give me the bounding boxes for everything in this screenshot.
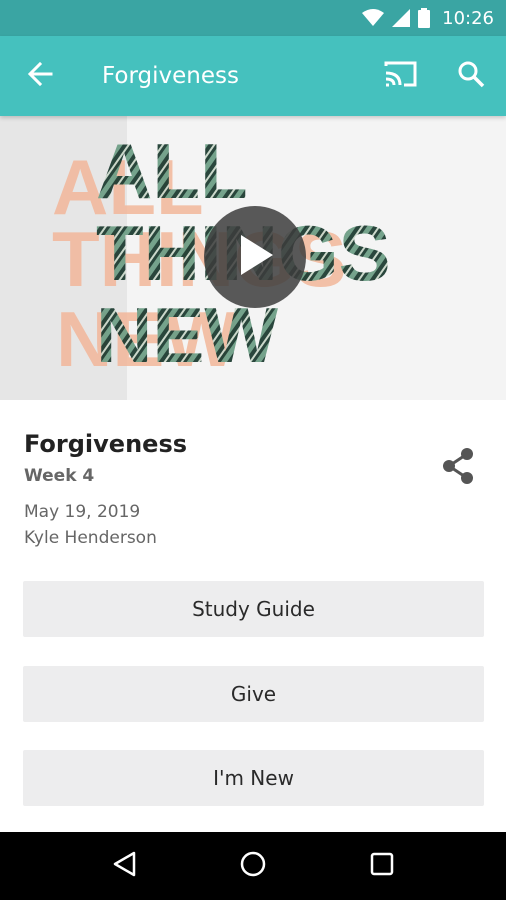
back-button[interactable] xyxy=(0,36,80,116)
status-bar: 10:26 xyxy=(0,0,506,36)
nav-back-button[interactable] xyxy=(94,836,154,896)
sermon-date: May 19, 2019 xyxy=(24,502,141,522)
app-bar-title: Forgiveness xyxy=(102,63,239,89)
battery-icon xyxy=(418,8,431,28)
wifi-icon xyxy=(362,9,385,27)
cast-button[interactable] xyxy=(366,36,436,116)
give-button[interactable]: Give xyxy=(23,666,484,722)
back-triangle-icon xyxy=(112,851,136,882)
play-button[interactable] xyxy=(204,206,306,308)
study-guide-button[interactable]: Study Guide xyxy=(23,581,484,637)
im-new-button[interactable]: I'm New xyxy=(23,750,484,806)
share-button[interactable] xyxy=(436,446,480,490)
nav-home-button[interactable] xyxy=(223,836,283,896)
sermon-video-thumbnail[interactable]: ALL THINGS NEW ALL THINGS NEW xyxy=(0,116,506,400)
share-icon xyxy=(440,447,476,490)
sermon-speaker: Kyle Henderson xyxy=(24,528,157,548)
status-time: 10:26 xyxy=(442,7,494,29)
search-button[interactable] xyxy=(436,36,506,116)
sermon-title: Forgiveness xyxy=(24,430,188,458)
recents-square-icon xyxy=(370,852,394,881)
home-circle-icon xyxy=(239,850,267,883)
app-bar: Forgiveness xyxy=(0,36,506,116)
search-icon xyxy=(457,60,485,93)
cast-icon xyxy=(384,60,418,93)
sermon-details: Forgiveness Week 4 May 19, 2019 Kyle Hen… xyxy=(24,430,482,548)
back-arrow-icon xyxy=(27,61,53,92)
system-nav-bar xyxy=(0,832,506,900)
play-icon xyxy=(235,233,275,282)
sermon-series-week: Week 4 xyxy=(24,466,95,486)
signal-icon xyxy=(392,9,411,27)
nav-recents-button[interactable] xyxy=(352,836,412,896)
artwork-line-1-overlay: ALL xyxy=(96,127,248,215)
